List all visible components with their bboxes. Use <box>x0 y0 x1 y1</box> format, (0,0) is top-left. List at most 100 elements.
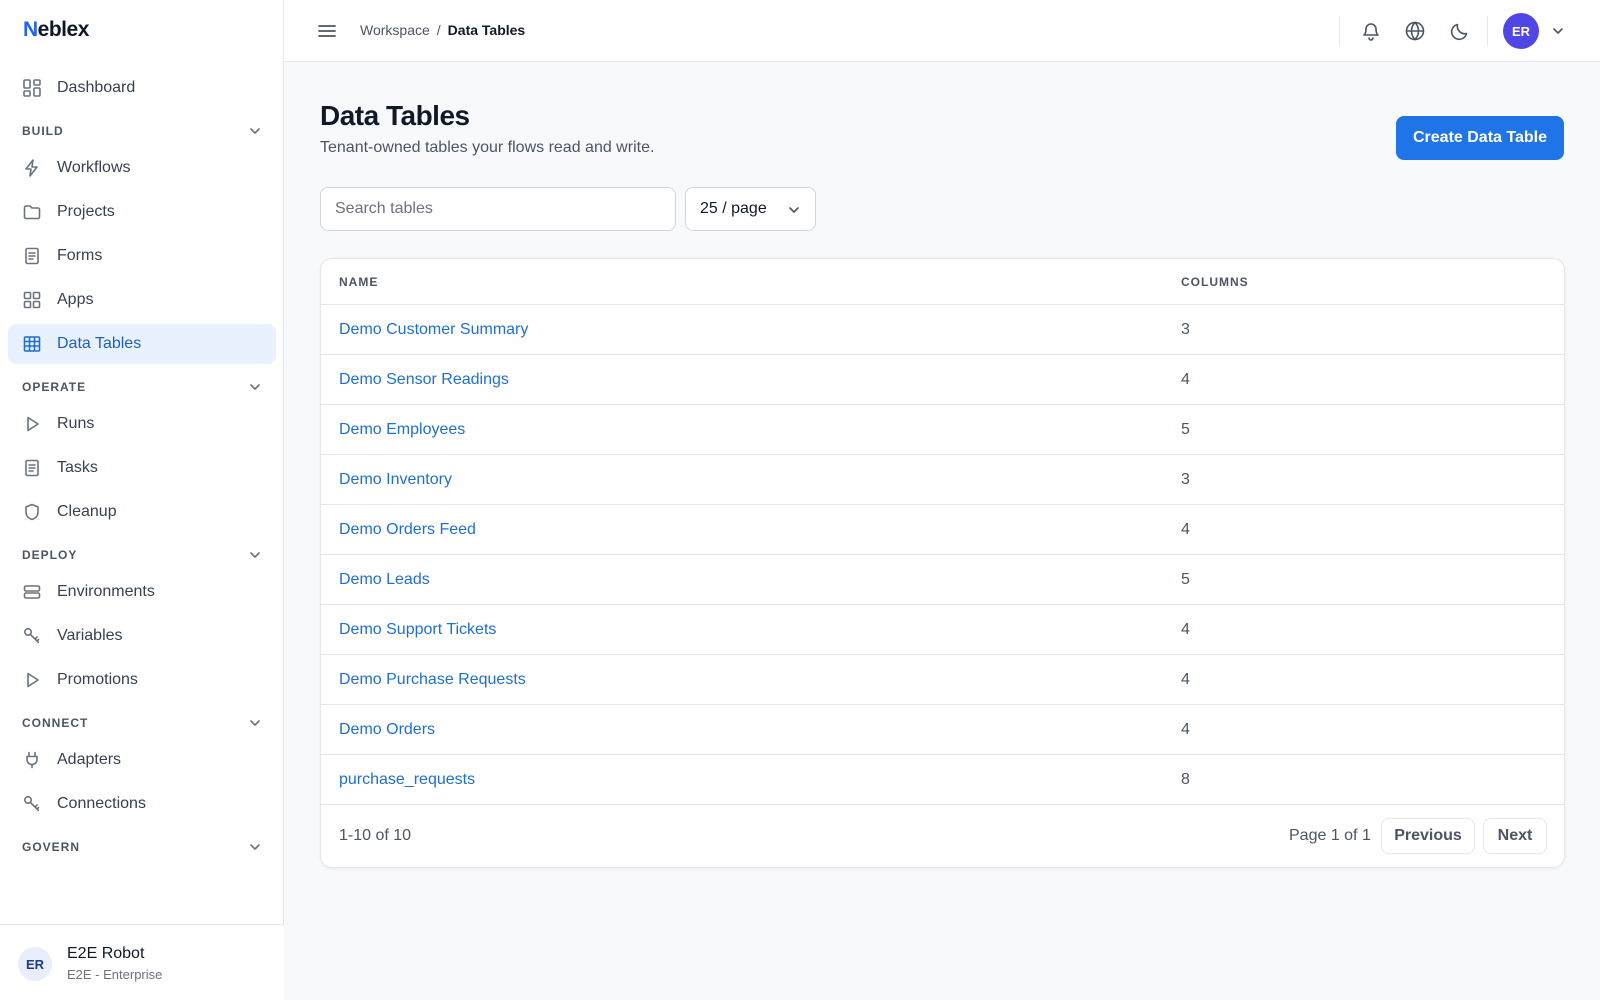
column-count: 4 <box>1181 621 1190 638</box>
table-name-link[interactable]: Demo Orders Feed <box>339 521 476 539</box>
page-subtitle: Tenant-owned tables your flows read and … <box>320 139 655 156</box>
bell-icon[interactable] <box>1360 20 1382 42</box>
sidebar-item-label: Dashboard <box>57 79 136 96</box>
table-name-link[interactable]: purchase_requests <box>339 771 475 789</box>
user-card[interactable]: ER E2E Robot E2E - Enterprise <box>0 924 284 1000</box>
table-row[interactable]: Demo Employees 5 <box>321 405 1564 455</box>
shield-icon <box>22 502 42 522</box>
table-name-link[interactable]: Demo Sensor Readings <box>339 371 509 389</box>
divider <box>1487 16 1488 46</box>
table-name-link[interactable]: Demo Employees <box>339 421 465 439</box>
table-header: NAME COLUMNS <box>321 259 1564 305</box>
sidebar-item-variables[interactable]: Variables <box>8 616 276 656</box>
table-name-link[interactable]: Demo Orders <box>339 721 435 739</box>
sidebar-section-deploy[interactable]: DEPLOY <box>0 538 284 572</box>
table-name-link[interactable]: Demo Leads <box>339 571 430 589</box>
globe-icon[interactable] <box>1404 20 1426 42</box>
chevron-down-icon <box>248 716 262 730</box>
sidebar-section-title: CONNECT <box>22 716 89 730</box>
chevron-down-icon <box>787 203 801 217</box>
breadcrumb-separator: / <box>436 22 441 38</box>
sidebar-item-dashboard[interactable]: Dashboard <box>8 68 276 108</box>
sidebar-item-forms[interactable]: Forms <box>8 236 276 276</box>
breadcrumb-current: Data Tables <box>447 22 526 38</box>
table-row[interactable]: purchase_requests 8 <box>321 755 1564 805</box>
avatar: ER <box>18 947 52 981</box>
column-header-name[interactable]: NAME <box>339 275 378 289</box>
column-count: 3 <box>1181 471 1190 488</box>
column-count: 8 <box>1181 771 1190 788</box>
plug-icon <box>22 750 42 770</box>
sidebar-item-label: Cleanup <box>57 503 117 520</box>
table-name-link[interactable]: Demo Inventory <box>339 471 452 489</box>
table-row[interactable]: Demo Orders 4 <box>321 705 1564 755</box>
table-row[interactable]: Demo Customer Summary 3 <box>321 305 1564 355</box>
column-count: 4 <box>1181 671 1190 688</box>
sidebar-item-environments[interactable]: Environments <box>8 572 276 612</box>
sidebar-item-apps[interactable]: Apps <box>8 280 276 320</box>
sidebar-section-govern[interactable]: GOVERN <box>0 830 284 864</box>
grid-icon <box>22 290 42 310</box>
table-name-link[interactable]: Demo Customer Summary <box>339 321 528 339</box>
sidebar-item-cleanup[interactable]: Cleanup <box>8 492 276 532</box>
server-icon <box>22 582 42 602</box>
sidebar-item-workflows[interactable]: Workflows <box>8 148 276 188</box>
table-row[interactable]: Demo Support Tickets 4 <box>321 605 1564 655</box>
table-row[interactable]: Demo Leads 5 <box>321 555 1564 605</box>
user-org: E2E - Enterprise <box>67 967 163 982</box>
sidebar-item-promotions[interactable]: Promotions <box>8 660 276 700</box>
sidebar-section-title: DEPLOY <box>22 548 78 562</box>
page-title: Data Tables <box>320 100 470 131</box>
table-name-link[interactable]: Demo Purchase Requests <box>339 671 526 689</box>
page-size-value: 25 / page <box>700 200 767 217</box>
column-count: 3 <box>1181 321 1190 338</box>
sidebar-item-adapters[interactable]: Adapters <box>8 740 276 780</box>
sidebar-section-operate[interactable]: OPERATE <box>0 370 284 404</box>
sidebar-item-label: Tasks <box>57 459 98 476</box>
breadcrumb: Workspace / Data Tables <box>360 22 525 38</box>
sidebar-item-projects[interactable]: Projects <box>8 192 276 232</box>
chevron-down-icon <box>248 124 262 138</box>
sidebar-section-connect[interactable]: CONNECT <box>0 706 284 740</box>
moon-icon[interactable] <box>1449 20 1471 42</box>
sidebar-item-data-tables[interactable]: Data Tables <box>8 324 276 364</box>
menu-icon[interactable] <box>316 20 338 42</box>
sidebar-item-label: Data Tables <box>57 335 142 352</box>
sidebar-item-connections[interactable]: Connections <box>8 784 276 824</box>
sidebar-nav: Dashboard BUILD Workflows Projects Forms App… <box>0 68 284 920</box>
search-input[interactable] <box>320 187 676 231</box>
chevron-down-icon[interactable] <box>1551 24 1565 38</box>
sidebar-item-label: Environments <box>57 583 155 600</box>
page-size-select[interactable]: 25 / page <box>685 187 816 231</box>
divider <box>1339 16 1340 46</box>
topbar: Workspace / Data Tables ER <box>284 0 1600 62</box>
sidebar-item-label: Adapters <box>57 751 122 768</box>
user-name: E2E Robot <box>67 945 145 962</box>
table-row[interactable]: Demo Sensor Readings 4 <box>321 355 1564 405</box>
table-row[interactable]: Demo Inventory 3 <box>321 455 1564 505</box>
next-page-button[interactable]: Next <box>1483 818 1547 854</box>
app-logo[interactable]: Neblex <box>23 18 89 42</box>
breadcrumb-workspace[interactable]: Workspace <box>360 22 430 38</box>
sidebar-section-build[interactable]: BUILD <box>0 114 284 148</box>
previous-page-button[interactable]: Previous <box>1381 818 1475 854</box>
data-tables-table: NAME COLUMNS Demo Customer Summary 3 Demo … <box>320 258 1565 868</box>
user-avatar-button[interactable]: ER <box>1503 13 1539 49</box>
sidebar-item-tasks[interactable]: Tasks <box>8 448 276 488</box>
play-icon <box>22 414 42 434</box>
pagination-range: 1-10 of 10 <box>339 827 412 844</box>
sidebar: Neblex Dashboard BUILD Workflows Projects F… <box>0 0 284 1000</box>
sidebar-item-label: Runs <box>57 415 95 432</box>
table-name-link[interactable]: Demo Support Tickets <box>339 621 496 639</box>
column-header-columns[interactable]: COLUMNS <box>1181 275 1249 289</box>
table-row[interactable]: Demo Orders Feed 4 <box>321 505 1564 555</box>
table-row[interactable]: Demo Purchase Requests 4 <box>321 655 1564 705</box>
column-count: 5 <box>1181 571 1190 588</box>
sidebar-item-runs[interactable]: Runs <box>8 404 276 444</box>
dashboard-icon <box>22 78 42 98</box>
play-icon <box>22 670 42 690</box>
sidebar-section-title: BUILD <box>22 124 64 138</box>
create-data-table-button[interactable]: Create Data Table <box>1396 116 1564 160</box>
pagination-page-info: Page 1 of 1 <box>1289 827 1371 844</box>
table-body: Demo Customer Summary 3 Demo Sensor Readin… <box>321 305 1564 805</box>
